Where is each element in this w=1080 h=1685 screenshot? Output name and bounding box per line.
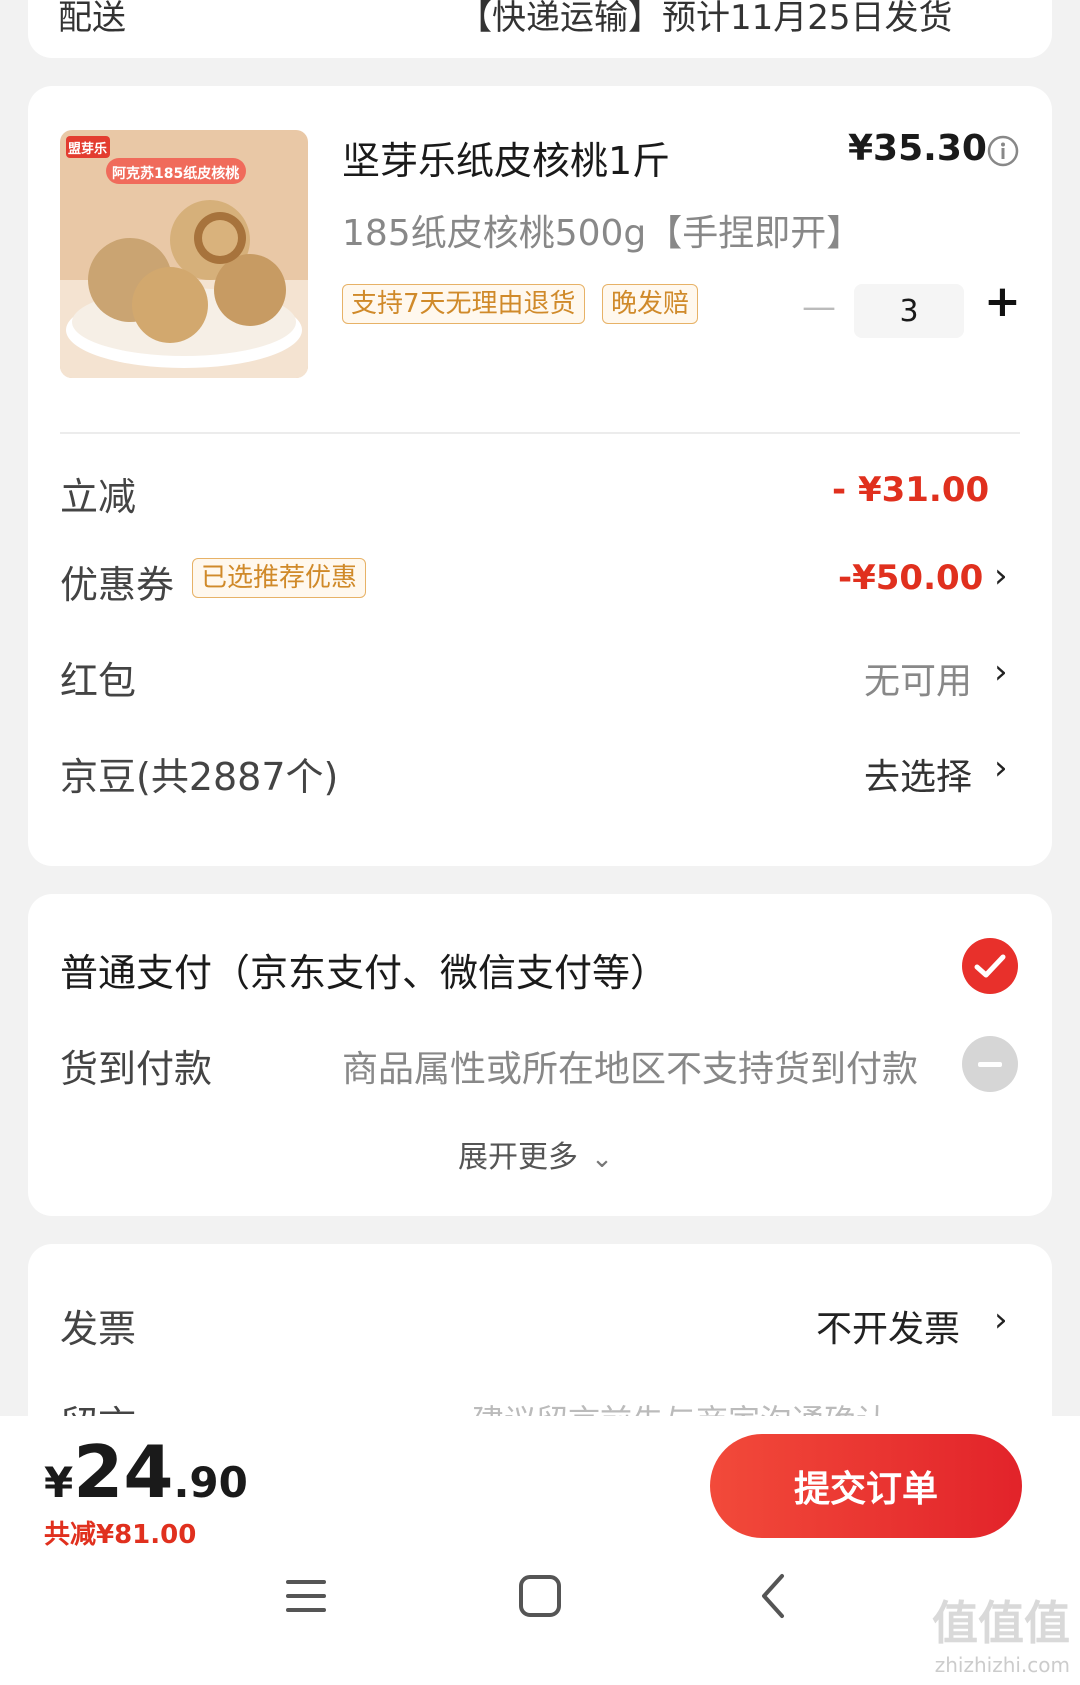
instant-discount-label: 立减 [60, 475, 137, 519]
total-integer: 24 [73, 1430, 174, 1514]
coupon-recommended-tag: 已选推荐优惠 [192, 558, 367, 598]
back-icon[interactable] [758, 1572, 788, 1624]
coupon-value: -¥50.00 [838, 558, 984, 598]
product-card: 盟芽乐 阿克苏185纸皮核桃 坚芽乐纸皮核桃1斤 ¥35.30 185纸皮核桃5… [28, 86, 1052, 866]
chevron-right-icon: › [994, 556, 1008, 596]
coupon-row[interactable]: 优惠券 已选推荐优惠 -¥50.00 › [28, 546, 1052, 626]
total-price: ¥24.90 [44, 1430, 248, 1514]
invoice-row[interactable]: 发票 不开发票 › [28, 1298, 1052, 1378]
chevron-down-icon: ⌄ [591, 1144, 613, 1174]
payment-card: 普通支付（京东支付、微信支付等） 货到付款 商品属性或所在地区不支持货到付款 展… [28, 894, 1052, 1216]
total-decimal: .90 [173, 1458, 248, 1507]
quantity-value: 3 [899, 293, 919, 329]
checkout-bar: ¥24.90 共减¥81.00 提交订单 值值值 zhizhizhi.com [0, 1416, 1080, 1685]
delivery-label: 配送 [58, 0, 126, 38]
normal-payment-option[interactable]: 普通支付（京东支付、微信支付等） [28, 934, 1052, 1014]
chevron-right-icon: › [994, 748, 1008, 788]
invoice-card: 发票 不开发票 › 留言 建议留言前先与商家沟通确认 [28, 1244, 1052, 1447]
expand-more-label: 展开更多 [458, 1140, 578, 1175]
instant-discount-value: - ¥31.00 [832, 470, 990, 510]
invoice-label: 发票 [60, 1307, 137, 1351]
cod-payment-option[interactable]: 货到付款 商品属性或所在地区不支持货到付款 [28, 1030, 1052, 1110]
invoice-value: 不开发票 [816, 1309, 961, 1350]
cod-label: 货到付款 [60, 1047, 213, 1091]
submit-order-button[interactable]: 提交订单 [710, 1434, 1022, 1538]
chevron-right-icon: › [994, 652, 1008, 692]
product-price: ¥35.30 [848, 128, 987, 169]
image-caption: 阿克苏185纸皮核桃 [112, 166, 240, 182]
checkmark-icon[interactable] [962, 938, 1018, 994]
brand-badge: 盟芽乐 [68, 142, 108, 157]
delivery-info: 【快递运输】预计11月25日发货 [458, 0, 953, 38]
jingdou-value: 去选择 [864, 757, 973, 798]
normal-payment-label: 普通支付（京东支付、微信支付等） [60, 951, 669, 995]
red-packet-row[interactable]: 红包 无可用 › [28, 642, 1052, 722]
expand-more-button[interactable]: 展开更多 ⌄ [458, 1132, 613, 1176]
menu-icon[interactable] [286, 1576, 326, 1620]
coupon-label: 优惠券 [60, 563, 175, 607]
quantity-plus-button[interactable]: + [984, 276, 1021, 327]
product-thumbnail[interactable]: 盟芽乐 阿克苏185纸皮核桃 [60, 130, 308, 378]
total-saved: 共减¥81.00 [44, 1520, 197, 1550]
chevron-right-icon: › [994, 1300, 1008, 1340]
delivery-card[interactable]: 配送 【快递运输】预计11月25日发货 [28, 0, 1052, 58]
product-spec[interactable]: 185纸皮核桃500g【手捏即开】 [342, 204, 862, 256]
jingdou-label: 京豆(共2887个) [60, 755, 339, 799]
quantity-stepper[interactable]: 3 [854, 284, 964, 338]
late-delivery-tag: 晚发赔 [602, 284, 699, 324]
red-packet-label: 红包 [60, 659, 137, 703]
info-icon[interactable] [986, 134, 1020, 172]
jingdou-row[interactable]: 京豆(共2887个) 去选择 › [28, 738, 1052, 818]
watermark-text: 值值值 [932, 1596, 1070, 1650]
cod-note: 商品属性或所在地区不支持货到付款 [342, 1049, 919, 1090]
watermark: 值值值 zhizhizhi.com [932, 1587, 1070, 1677]
divider [60, 432, 1020, 434]
red-packet-value: 无可用 [864, 661, 973, 702]
home-icon[interactable] [518, 1574, 562, 1622]
watermark-domain: zhizhizhi.com [934, 1653, 1070, 1677]
currency-symbol: ¥ [44, 1458, 74, 1507]
return-policy-tag: 支持7天无理由退货 [342, 284, 585, 324]
disabled-minus-icon [962, 1036, 1018, 1092]
product-title[interactable]: 坚芽乐纸皮核桃1斤 [342, 130, 670, 185]
quantity-minus-button[interactable]: — [802, 287, 836, 327]
